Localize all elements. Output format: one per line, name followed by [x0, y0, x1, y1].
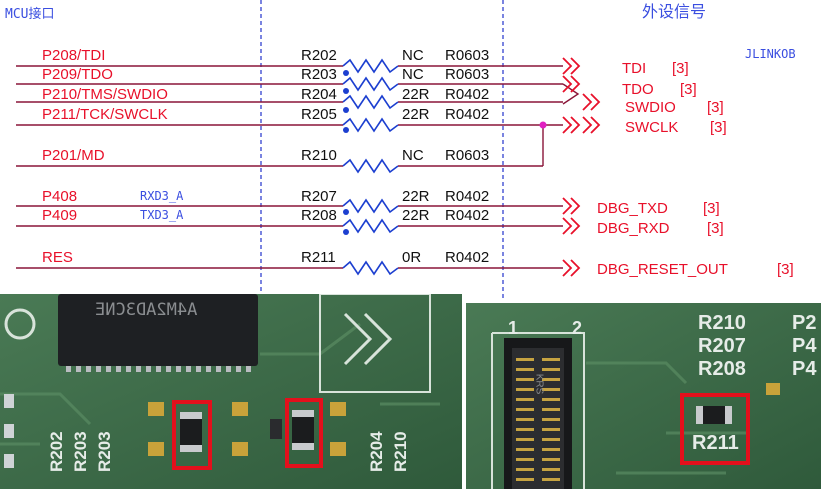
signal-sheet: [3] [707, 99, 724, 116]
resistor-ref: R205 [301, 106, 337, 123]
net-alias: RXD3_A [140, 189, 184, 203]
resistor-package: R0402 [445, 249, 490, 266]
resistor-package: R0402 [445, 106, 490, 123]
signal-sheet: [3] [777, 261, 794, 278]
pcb-photo-right: 1 2 R210 R207 R208 P2 P4 P4 R211 KRS [466, 303, 821, 489]
silk-label: P2 [792, 312, 817, 334]
resistor-package: R0402 [445, 188, 490, 205]
resistor-package: R0402 [445, 207, 490, 224]
pin-label: P211/TCK/SWCLK [42, 106, 168, 123]
resistor-ref: R207 [301, 188, 337, 205]
resistor-value: 22R [402, 106, 430, 123]
resistor-ref: R202 [301, 47, 337, 64]
resistor-r210 [342, 158, 399, 174]
pin-label: P201/MD [42, 147, 105, 164]
signal-sheet: [3] [710, 119, 727, 136]
pin-label: P209/TDO [42, 66, 113, 83]
net-alias: TXD3_A [140, 208, 184, 222]
signal-name: TDO [622, 81, 654, 98]
pin-label: RES [42, 249, 73, 266]
silk-label: R203 [95, 431, 114, 472]
resistor-value: NC [402, 147, 424, 164]
silk-label: R202 [47, 431, 66, 472]
resistor-r203 [342, 76, 399, 92]
resistor-package: R0603 [445, 47, 490, 64]
silk-label: P4 [792, 335, 817, 357]
signal-name: DBG_RXD [597, 220, 670, 237]
resistor-r208 [342, 218, 399, 234]
header-mcu: MCU接口 [5, 7, 55, 22]
signal-name: DBG_TXD [597, 200, 668, 217]
silk-label: R210 [698, 312, 746, 334]
pin-label: P210/TMS/SWDIO [42, 86, 168, 103]
junction-dot [539, 121, 547, 129]
resistor-symbols [342, 58, 399, 276]
schematic-figure: MCU接口 外设信号 JLINKOB P208/TDI P209/TDO P21… [0, 0, 821, 489]
resistor-value: 22R [402, 86, 430, 103]
header-jlink: JLINKOB [745, 47, 796, 61]
resistor-r211 [342, 260, 399, 276]
pin-dots [343, 70, 349, 235]
pin-label: P208/TDI [42, 47, 106, 64]
resistor-value: 0R [402, 249, 422, 266]
signal-name: SWCLK [625, 119, 679, 136]
resistor-value: 22R [402, 207, 430, 224]
signal-sheet: [3] [707, 220, 724, 237]
pin-label: P409 [42, 207, 78, 224]
resistor-package: R0402 [445, 86, 490, 103]
signal-sheet: [3] [703, 200, 720, 217]
resistor-ref: R204 [301, 86, 337, 103]
resistor-ref: R210 [301, 147, 337, 164]
silk-label: R208 [698, 358, 746, 380]
signal-sheet: [3] [672, 60, 689, 77]
pcb-photo-left: A4M2AD3CNE R202 R203 R203 R204 R210 [0, 294, 462, 489]
resistor-value: 22R [402, 188, 430, 205]
signal-name: TDI [622, 60, 647, 77]
silk-number: 2 [572, 318, 583, 338]
header-external: 外设信号 [642, 4, 707, 21]
resistor-r204 [342, 94, 399, 110]
silk-label: R207 [698, 335, 746, 357]
resistor-ref: R203 [301, 66, 337, 83]
connector-marking: KRS [533, 373, 545, 395]
silk-label: R204 [367, 431, 386, 472]
resistor-value: NC [402, 66, 424, 83]
resistor-package: R0603 [445, 66, 490, 83]
silk-number: 1 [508, 318, 519, 338]
pin-label: P408 [42, 188, 78, 205]
resistor-value: NC [402, 47, 424, 64]
chip-marking: A4M2AD3CNE [95, 300, 198, 320]
resistor-r202 [342, 58, 399, 74]
signal-name: SWDIO [625, 99, 676, 116]
pcb-right-art [466, 303, 821, 489]
silk-label: R210 [391, 431, 410, 472]
resistor-r207 [342, 198, 399, 214]
offsheet-connectors [562, 57, 601, 277]
signal-sheet: [3] [680, 81, 697, 98]
silk-label: R203 [71, 431, 90, 472]
resistor-ref: R208 [301, 207, 337, 224]
signal-name: DBG_RESET_OUT [597, 261, 728, 278]
resistor-r205 [342, 117, 399, 133]
highlight-label: R211 [692, 432, 739, 454]
resistor-ref: R211 [301, 249, 336, 266]
silk-label: P4 [792, 358, 817, 380]
resistor-package: R0603 [445, 147, 490, 164]
